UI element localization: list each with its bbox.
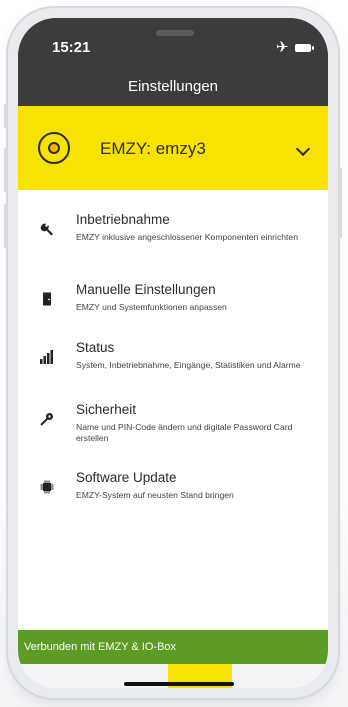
bar-chart-icon (40, 350, 54, 364)
menu-item-inbetriebnahme[interactable]: Inbetriebnahme EMZY inklusive angeschlos… (18, 210, 328, 268)
speaker (156, 30, 194, 36)
phone-frame: 15:21 ✈ Einstellungen EMZY: emzy3 Inbetr… (4, 8, 342, 698)
airplane-icon: ✈ (276, 39, 289, 56)
menu-item-sicherheit[interactable]: Sicherheit Name und PIN-Code ändern und … (18, 400, 328, 458)
device-selector[interactable]: EMZY: emzy3 (18, 106, 328, 190)
device-icon-core (48, 142, 60, 154)
chevron-down-icon[interactable] (295, 141, 311, 157)
chip-icon (40, 480, 54, 494)
wrench-icon (40, 222, 54, 236)
phone-side-button (4, 104, 7, 128)
menu-item-desc: System, Inbetriebnahme, Eingänge, Statis… (76, 360, 301, 370)
menu-item-title: Manuelle Einstellungen (76, 282, 216, 297)
menu-item-status[interactable]: Status System, Inbetriebnahme, Eingänge,… (18, 338, 328, 396)
phone-side-button (4, 148, 7, 192)
home-indicator[interactable] (124, 682, 234, 686)
page-title: Einstellungen (127, 78, 219, 95)
menu-item-title: Sicherheit (76, 402, 137, 417)
menu-item-title: Inbetriebnahme (76, 212, 170, 227)
menu-item-software-update[interactable]: Software Update EMZY-System auf neusten … (18, 468, 328, 526)
menu-item-desc: EMZY-System auf neusten Stand bringen (76, 490, 234, 500)
key-icon (40, 412, 54, 426)
battery-icon (295, 44, 314, 52)
menu-item-desc: Name und PIN-Code ändern und digitale Pa… (76, 422, 293, 443)
menu-item-manuelle-einstellungen[interactable]: Manuelle Einstellungen EMZY und Systemfu… (18, 280, 328, 338)
settings-list: Inbetriebnahme EMZY inklusive angeschlos… (18, 190, 328, 650)
top-bar: 15:21 ✈ Einstellungen (18, 18, 328, 106)
device-name: EMZY: emzy3 (100, 139, 206, 158)
menu-item-title: Software Update (76, 470, 177, 485)
menu-item-desc: EMZY und Systemfunktionen anpassen (76, 302, 227, 312)
phone-power-button (339, 168, 342, 238)
menu-item-title: Status (76, 340, 115, 355)
phone-side-button (4, 204, 7, 248)
door-icon (40, 292, 54, 306)
status-time: 15:21 (52, 39, 91, 56)
device-icon (38, 132, 70, 164)
connection-toast: Verbunden mit EMZY & IO-Box (18, 630, 328, 664)
screen: 15:21 ✈ Einstellungen EMZY: emzy3 Inbetr… (18, 18, 328, 688)
menu-item-desc: EMZY inklusive angeschlossener Komponent… (76, 232, 298, 242)
